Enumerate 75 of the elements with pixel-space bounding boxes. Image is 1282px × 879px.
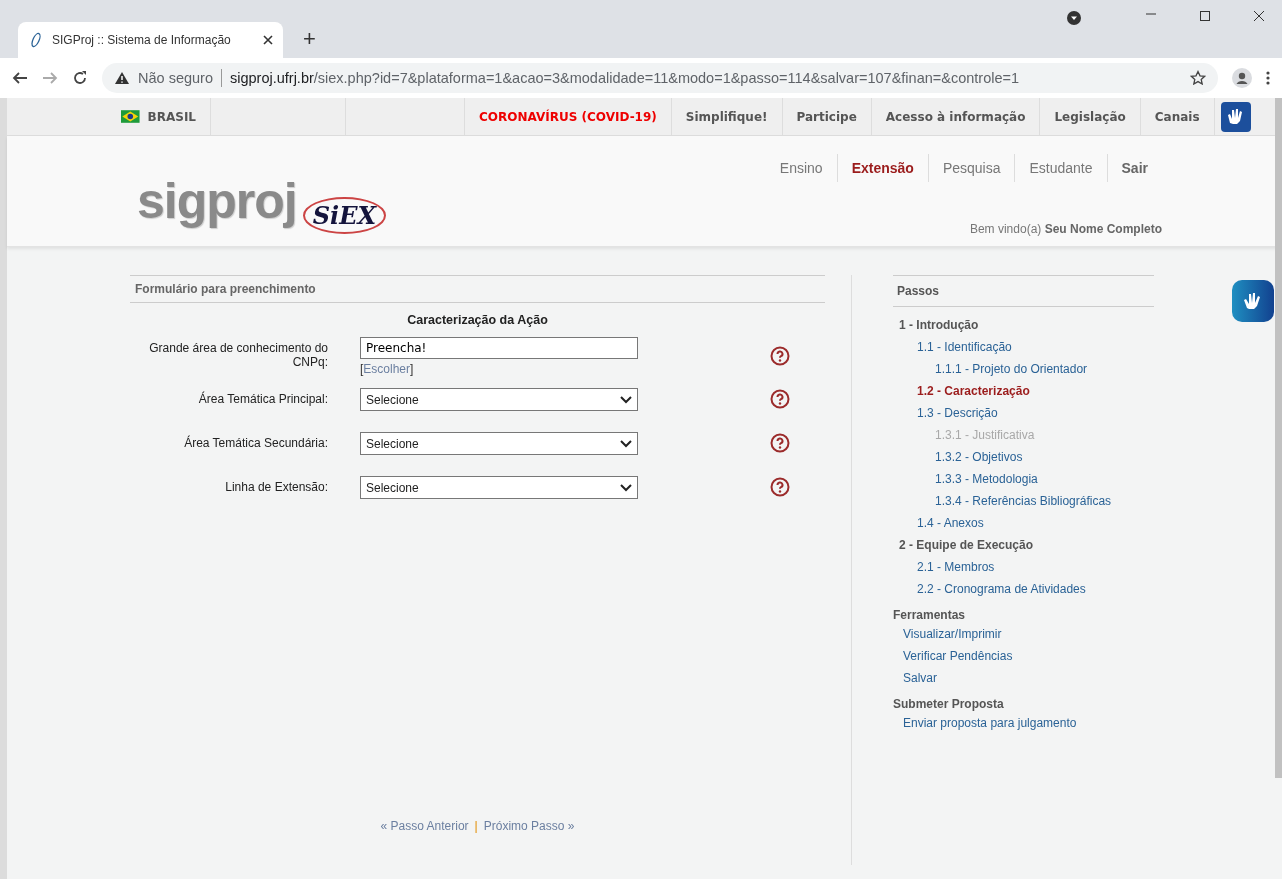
reload-icon[interactable]: [72, 70, 88, 86]
select-field[interactable]: Selecione: [360, 432, 638, 455]
nav-link[interactable]: Estudante: [1014, 154, 1107, 182]
gov-link[interactable]: Legislação: [1054, 109, 1126, 124]
star-icon[interactable]: [1190, 70, 1206, 86]
flag-icon: [121, 107, 140, 126]
logo-text: sigproj: [137, 176, 297, 226]
nav-link[interactable]: Pesquisa: [927, 154, 1015, 182]
step-link[interactable]: 2.2 - Cronograma de Atividades: [917, 579, 1154, 601]
section-title: Submeter Proposta: [893, 696, 1005, 713]
step-link[interactable]: 1.3.3 - Metodologia: [935, 469, 1154, 491]
select-field[interactable]: Selecione: [360, 388, 638, 411]
tool-link[interactable]: Salvar: [893, 668, 1154, 690]
chevron-icon: [620, 395, 632, 404]
scrollbar[interactable]: [1275, 98, 1282, 778]
step-link: 1.3.1 - Justificativa: [935, 427, 1036, 444]
bracket-text: [: [360, 362, 364, 376]
step-link[interactable]: 1.3 - Descrição: [917, 403, 1154, 425]
country-label: BRASIL: [147, 109, 196, 124]
nav-link[interactable]: Ensino: [765, 154, 837, 182]
browser-tab[interactable]: SIGProj :: Sistema de Informação: [18, 22, 283, 58]
next-link[interactable]: Próximo Passo »: [483, 819, 575, 833]
panel-title: Passos: [893, 275, 1154, 307]
nav-link[interactable]: Sair: [1106, 154, 1162, 182]
input-field[interactable]: Preencha!: [360, 337, 638, 359]
nav-link[interactable]: Extensão: [836, 154, 928, 182]
gov-link[interactable]: Acesso à informação: [885, 109, 1026, 124]
welcome-text: Bem vindo(a) Seu Nome Completo: [969, 222, 1162, 236]
gov-link[interactable]: Simplifique!: [685, 109, 768, 124]
section-title: Ferramentas: [893, 607, 967, 624]
gov-link[interactable]: Canais: [1154, 109, 1200, 124]
close-icon[interactable]: [263, 35, 273, 45]
field-label: Linha de Extensão:: [224, 479, 328, 494]
menu-icon[interactable]: [1266, 70, 1270, 86]
accessibility-button[interactable]: [1232, 280, 1274, 322]
security-label: Não seguro: [138, 70, 213, 86]
step-link[interactable]: 1.1 - Identificação: [917, 337, 1154, 359]
field-label: Grande área de conhecimento do CNPq:: [148, 340, 328, 369]
chevron-icon: [620, 483, 632, 492]
profile-menu-icon[interactable]: [1066, 10, 1082, 26]
warning-icon: [114, 71, 130, 85]
help-icon[interactable]: [770, 346, 790, 366]
step-link[interactable]: 1.2 - Caracterização: [917, 381, 1154, 403]
page-icon: [28, 32, 44, 48]
address-bar[interactable]: Não seguro sigproj.ufrj.br/siex.php?id=7&plataforma=1&acao=3&modalidade=11&modo=1&passo=114&salvar=107&finan=&controle=1: [102, 63, 1218, 93]
step-link[interactable]: 2 - Equipe de Execução: [899, 535, 1154, 557]
previous-link[interactable]: « Passo Anterior: [380, 819, 469, 833]
tool-link[interactable]: Visualizar/Imprimir: [893, 624, 1154, 646]
field-label: Área Temática Secundária:: [183, 434, 328, 450]
step-link[interactable]: 1 - Introdução: [899, 315, 1154, 337]
logo-mark: SiEX: [302, 197, 387, 234]
separator-text: |: [474, 819, 478, 833]
back-icon[interactable]: [12, 70, 28, 86]
url-text: sigproj.ufrj.br/siex.php?id=7&plataforma=1&acao=3&modalidade=11&modo=1&passo=114&salvar=107&finan=&controle=1: [229, 70, 1020, 86]
gov-link[interactable]: Participe: [796, 109, 857, 124]
step-link[interactable]: 1.1.1 - Projeto do Orientador: [935, 359, 1154, 381]
new-tab-button[interactable]: +: [299, 26, 320, 52]
tool-link[interactable]: Verificar Pendências: [893, 646, 1154, 668]
form-title: Caracterização da Ação: [406, 313, 549, 327]
tool-link[interactable]: Enviar proposta para julgamento: [893, 713, 1154, 735]
help-icon[interactable]: [770, 389, 790, 409]
step-link[interactable]: 2.1 - Membros: [917, 557, 1154, 579]
field-label: Área Temática Principal:: [197, 390, 328, 406]
hand-icon[interactable]: [1220, 101, 1251, 132]
bracket-text: ]: [410, 362, 414, 376]
gov-link[interactable]: CORONAVÍRUS (COVID-19): [479, 109, 657, 124]
step-link[interactable]: 1.4 - Anexos: [917, 513, 1154, 535]
select-field[interactable]: Selecione: [360, 476, 638, 499]
help-icon[interactable]: [770, 433, 790, 453]
step-link[interactable]: 1.3.2 - Objetivos: [935, 447, 1154, 469]
profile-icon[interactable]: [1232, 68, 1252, 88]
step-link[interactable]: 1.3.4 - Referências Bibliográficas: [935, 491, 1154, 513]
chevron-icon: [620, 439, 632, 448]
panel-title: Formulário para preenchimento: [130, 275, 825, 303]
help-icon[interactable]: [770, 477, 790, 497]
